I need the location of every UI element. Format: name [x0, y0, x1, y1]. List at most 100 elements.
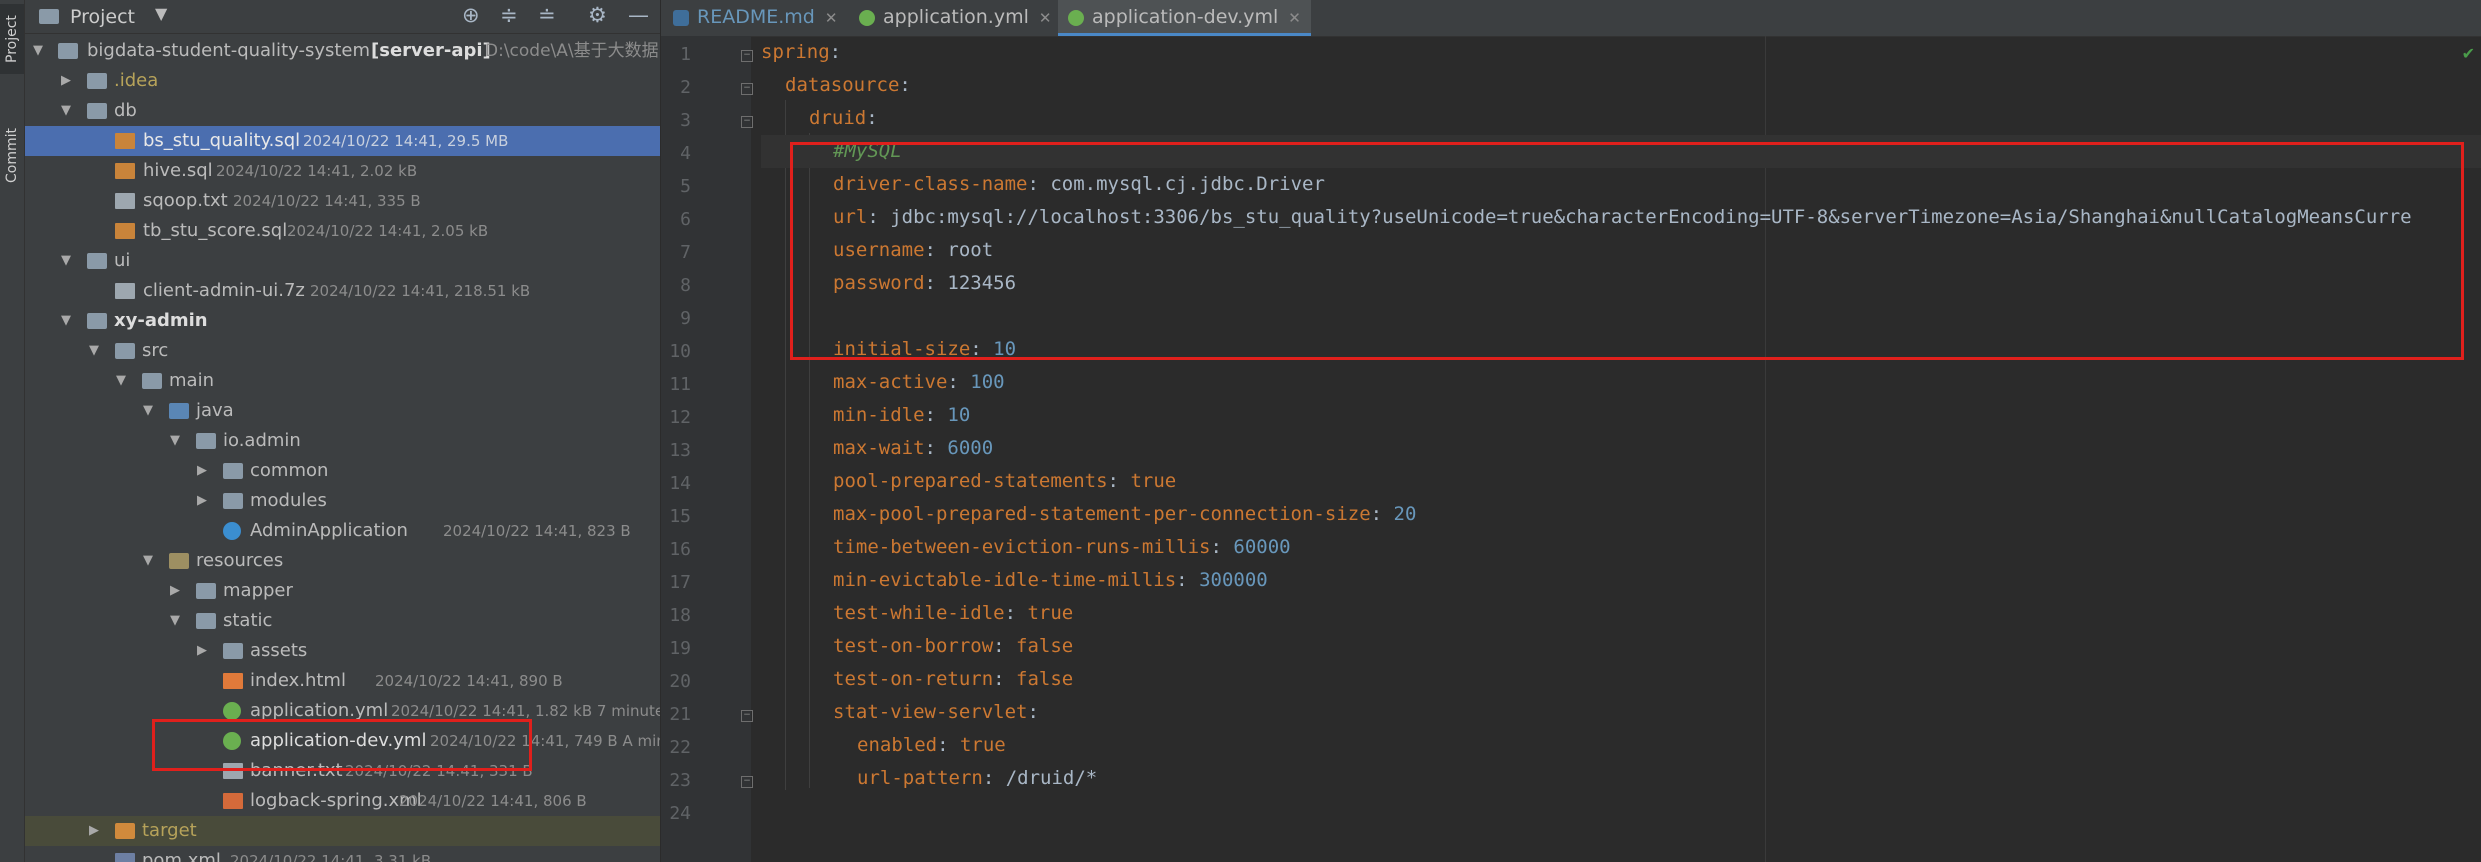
close-icon[interactable]: ✕	[1288, 9, 1301, 27]
project-tool-tab[interactable]: Project	[0, 4, 24, 74]
chevron-right-icon[interactable]: ▶	[59, 66, 73, 96]
chevron-down-icon[interactable]: ▼	[87, 336, 101, 366]
editor-tab-bar: README.md ✕ application.yml ✕ application-…	[661, 0, 2481, 37]
chevron-right-icon[interactable]: ▶	[195, 636, 209, 666]
line-number: 16	[669, 539, 691, 560]
chevron-down-icon[interactable]: ▼	[155, 4, 167, 23]
folder-icon	[115, 343, 135, 359]
folder-icon	[58, 43, 78, 59]
tree-item-label: io.admin	[223, 430, 301, 451]
chevron-down-icon[interactable]: ▼	[59, 246, 73, 276]
line-number: 9	[680, 308, 691, 329]
chevron-right-icon[interactable]: ▶	[87, 816, 101, 846]
project-view-icon	[39, 9, 59, 24]
yaml-key: pool-prepared-statements	[833, 470, 1108, 492]
folder-icon	[87, 253, 107, 269]
close-icon[interactable]: ✕	[1039, 9, 1052, 27]
highlight-box-editor	[790, 142, 2464, 360]
tree-item-label: src	[142, 340, 169, 361]
fold-marker-icon[interactable]: −	[741, 50, 753, 62]
locate-icon[interactable]: ⊕	[462, 3, 480, 27]
tree-item-label: common	[250, 460, 329, 481]
tree-item-tb-stu-score-sql[interactable]: tb_stu_score.sql 2024/10/22 14:41, 2.05 …	[25, 216, 660, 246]
line-number: 21	[669, 704, 691, 725]
tree-item-modules[interactable]: ▶ modules	[25, 486, 660, 516]
fold-marker-icon[interactable]: −	[741, 83, 753, 95]
chevron-down-icon[interactable]: ▼	[114, 366, 128, 396]
yaml-sep: :	[1027, 701, 1039, 723]
tree-item-pom-xml[interactable]: pom.xml 2024/10/22 14:41, 3.31 kB	[25, 846, 660, 862]
tree-item-label: sqoop.txt	[143, 190, 228, 211]
commit-tool-tab[interactable]: Commit	[0, 112, 24, 200]
tree-item-main[interactable]: ▼ main	[25, 366, 660, 396]
inspection-ok-icon[interactable]: ✔	[2462, 44, 2475, 63]
chevron-right-icon[interactable]: ▶	[168, 576, 182, 606]
yaml-boolean: true	[1016, 602, 1074, 624]
tree-item-assets[interactable]: ▶ assets	[25, 636, 660, 666]
tree-item-mapper[interactable]: ▶ mapper	[25, 576, 660, 606]
project-panel-title[interactable]: Project	[70, 6, 135, 28]
package-icon	[196, 433, 216, 449]
tree-item-java[interactable]: ▼ java	[25, 396, 660, 426]
chevron-down-icon[interactable]: ▼	[59, 306, 73, 336]
code-line: enabled: true	[857, 729, 1006, 762]
code-line: druid:	[809, 102, 878, 135]
chevron-down-icon[interactable]: ▼	[168, 606, 182, 636]
chevron-down-icon[interactable]: ▼	[59, 96, 73, 126]
yaml-key: test-while-idle	[833, 602, 1005, 624]
tab-application-dev-yml[interactable]: application-dev.yml ✕	[1058, 0, 1311, 36]
tree-item-common[interactable]: ▶ common	[25, 456, 660, 486]
tree-item-index-html[interactable]: index.html 2024/10/22 14:41, 890 B	[25, 666, 660, 696]
fold-marker-icon[interactable]: −	[741, 116, 753, 128]
gear-icon[interactable]: ⚙	[588, 3, 607, 27]
hide-panel-icon[interactable]: —	[628, 3, 649, 27]
tree-item-db[interactable]: ▼ db	[25, 96, 660, 126]
chevron-down-icon[interactable]: ▼	[141, 396, 155, 426]
tree-item-io-admin[interactable]: ▼ io.admin	[25, 426, 660, 456]
tree-item-admin-application[interactable]: AdminApplication 2024/10/22 14:41, 823 B	[25, 516, 660, 546]
chevron-down-icon[interactable]: ▼	[31, 36, 45, 66]
tab-readme[interactable]: README.md ✕	[673, 0, 837, 36]
tree-item-label: mapper	[223, 580, 293, 601]
tree-item-static[interactable]: ▼ static	[25, 606, 660, 636]
expand-all-icon[interactable]: ≑	[500, 3, 518, 27]
fold-marker-icon[interactable]: −	[741, 710, 753, 722]
yaml-key: stat-view-servlet	[833, 701, 1028, 723]
tab-application-yml[interactable]: application.yml ✕	[859, 0, 1051, 36]
tree-item-label: target	[142, 820, 197, 841]
tree-item-src[interactable]: ▼ src	[25, 336, 660, 366]
tree-item-ui[interactable]: ▼ ui	[25, 246, 660, 276]
chevron-down-icon[interactable]: ▼	[141, 546, 155, 576]
text-file-icon	[115, 193, 135, 209]
tree-item-idea[interactable]: ▶ .idea	[25, 66, 660, 96]
commit-tool-tab-label: Commit	[4, 128, 20, 184]
close-icon[interactable]: ✕	[825, 9, 838, 27]
tree-item-logback-spring-xml[interactable]: logback-spring.xml 2024/10/22 14:41, 806…	[25, 786, 660, 816]
chevron-right-icon[interactable]: ▶	[195, 456, 209, 486]
yaml-sep: :	[947, 371, 959, 393]
yaml-key: time-between-eviction-runs-millis	[833, 536, 1211, 558]
tree-item-label: tb_stu_score.sql	[143, 220, 288, 241]
tree-item-sqoop-txt[interactable]: sqoop.txt 2024/10/22 14:41, 335 B	[25, 186, 660, 216]
tree-item-bs-stu-quality-sql[interactable]: bs_stu_quality.sql 2024/10/22 14:41, 29.…	[25, 126, 660, 156]
tree-item-resources[interactable]: ▼ resources	[25, 546, 660, 576]
code-line: test-while-idle: true	[833, 597, 1073, 630]
tree-item-target[interactable]: ▶ target	[25, 816, 660, 846]
tree-item-hive-sql[interactable]: hive.sql 2024/10/22 14:41, 2.02 kB	[25, 156, 660, 186]
tree-item-client-admin-ui[interactable]: client-admin-ui.7z 2024/10/22 14:41, 218…	[25, 276, 660, 306]
fold-marker-icon[interactable]: −	[741, 776, 753, 788]
code-line: url-pattern: /druid/*	[857, 762, 1097, 795]
line-number: 13	[669, 440, 691, 461]
chevron-down-icon[interactable]: ▼	[168, 426, 182, 456]
tree-item-root[interactable]: ▼ bigdata-student-quality-system [server…	[25, 36, 660, 66]
folder-icon	[87, 103, 107, 119]
yaml-sep: :	[1004, 602, 1017, 624]
tree-item-label: pom.xml	[142, 850, 221, 862]
line-number: 7	[680, 242, 691, 263]
yaml-key: enabled	[857, 734, 938, 756]
tree-item-xy-admin[interactable]: ▼ xy-admin	[25, 306, 660, 336]
collapse-all-icon[interactable]: ≐	[538, 3, 556, 27]
yaml-number: 100	[958, 371, 1005, 393]
code-line: spring:	[761, 36, 841, 69]
chevron-right-icon[interactable]: ▶	[195, 486, 209, 516]
